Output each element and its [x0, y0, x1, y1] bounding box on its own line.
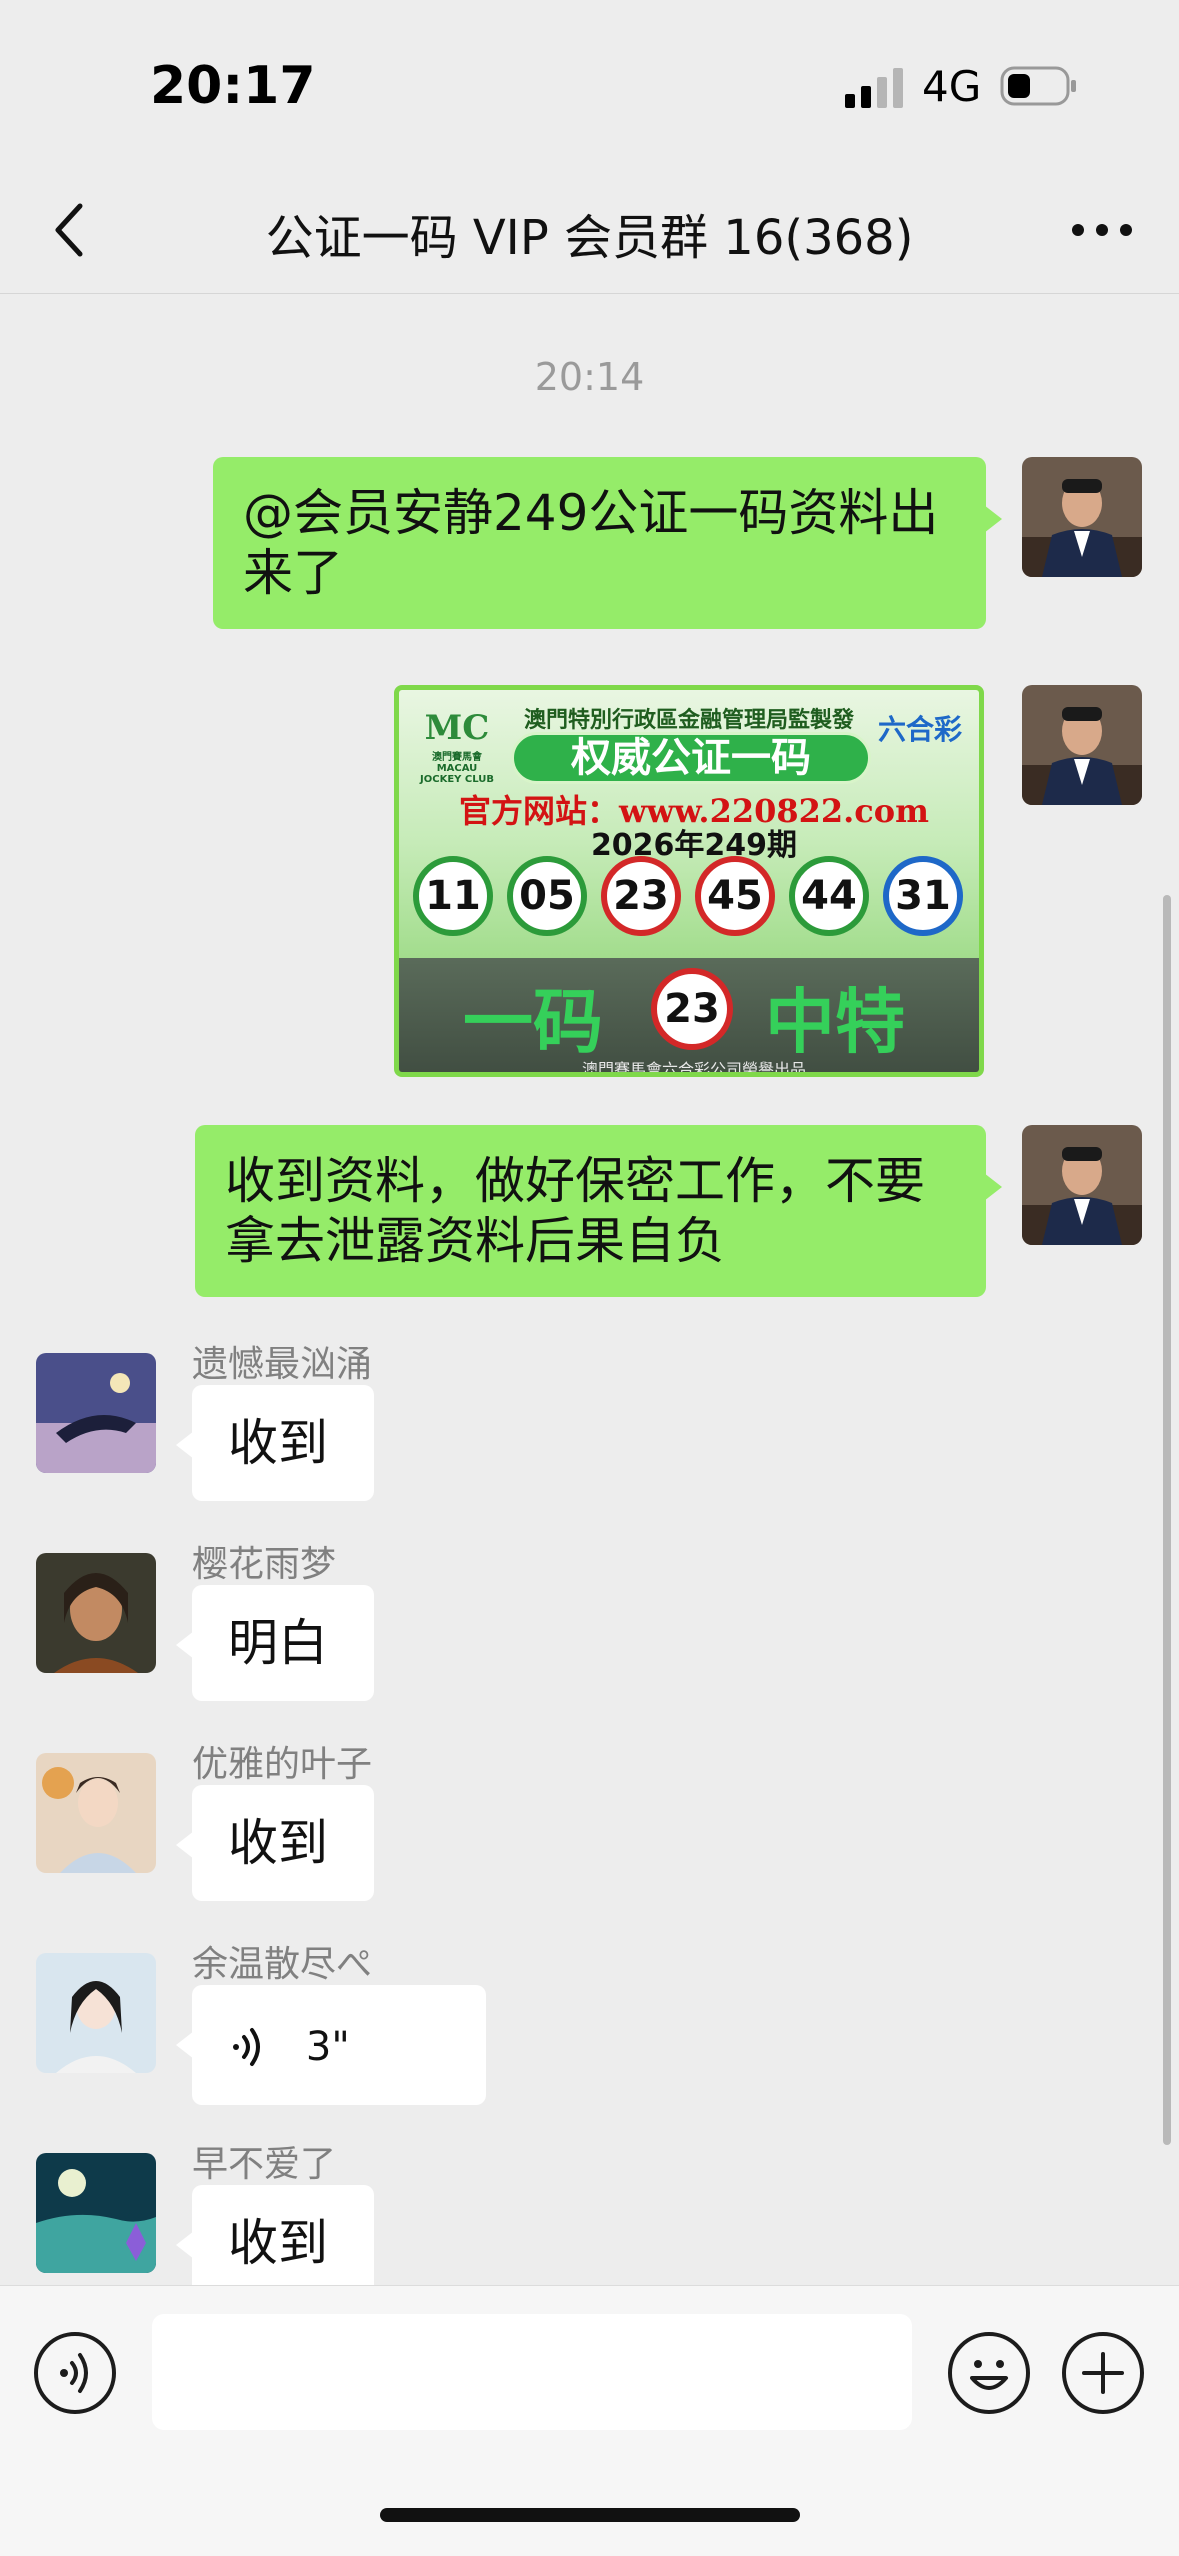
scrollbar[interactable]: [1163, 895, 1171, 2145]
voice-icon: [60, 2353, 88, 2393]
sender-name: 余温散尽ぺ: [192, 1944, 373, 1985]
member-avatar[interactable]: [36, 1753, 156, 1873]
message-text: 收到: [228, 1414, 328, 1472]
avatar-image: [36, 1753, 156, 1873]
poster-label-right: 中特: [765, 980, 905, 1063]
status-bar: 20:17 4G: [0, 0, 1179, 180]
message-bubble[interactable]: 明白: [176, 1585, 374, 1701]
avatar-image: [1022, 457, 1142, 577]
status-time: 20:17: [150, 56, 316, 116]
voice-message-bubble[interactable]: 3": [176, 1985, 486, 2105]
voice-duration: 3": [305, 2024, 350, 2070]
message-text: 收到资料，做好保密工作，不要拿去泄露资料后果自负: [225, 1152, 925, 1270]
message-bubble[interactable]: @会员安静249公证一码资料出来了: [213, 457, 1002, 629]
chat-area[interactable]: 20:14 @会员安静249公证一码资料出来了 MC 澳門賽馬會 MACAU J…: [0, 295, 1179, 2285]
avatar-image: [36, 2153, 156, 2273]
number-ball: 44: [789, 856, 869, 936]
sender-name: 遗憾最汹涌: [192, 1344, 373, 1385]
voice-wave-icon: [233, 2027, 260, 2066]
sender-name: 优雅的叶子: [192, 1744, 373, 1785]
number-ball: 45: [695, 856, 775, 936]
member-avatar[interactable]: [36, 1353, 156, 1473]
emoji-icon: [970, 2360, 1008, 2390]
poster-footer: 澳門賽馬會六合彩公司榮譽出品: [581, 1060, 806, 1077]
my-avatar[interactable]: [1022, 1125, 1142, 1245]
number-ball: 31: [883, 856, 963, 936]
message-bubble[interactable]: 收到: [176, 1385, 374, 1501]
message-timestamp: 20:14: [534, 355, 645, 399]
member-avatar[interactable]: [36, 2153, 156, 2273]
network-label: 4G: [922, 62, 982, 111]
avatar-image: [1022, 685, 1142, 805]
avatar-image: [36, 1953, 156, 2073]
message-bubble[interactable]: 收到资料，做好保密工作，不要拿去泄露资料后果自负: [195, 1125, 1002, 1297]
member-avatar[interactable]: [36, 1553, 156, 1673]
chat-title: 公证一码 VIP 会员群 16(368): [265, 210, 914, 266]
poster-title: 权威公证一码: [511, 732, 871, 784]
voice-input-button[interactable]: [34, 2332, 116, 2414]
message-bubble[interactable]: 收到: [176, 2185, 374, 2285]
number-balls: 11 05 23 45 44 31: [413, 856, 973, 940]
member-avatar[interactable]: [36, 1953, 156, 2073]
jockey-club-logo: MC 澳門賽馬會 MACAU JOCKEY CLUB: [420, 708, 494, 785]
my-avatar[interactable]: [1022, 457, 1142, 577]
poster-label-left: 一码: [463, 980, 603, 1063]
poster-bottom-banner: 一码 23 中特 澳門賽馬會六合彩公司榮譽出品: [399, 958, 979, 1077]
message-bubble[interactable]: 收到: [176, 1785, 374, 1901]
sender-name: 樱花雨梦: [192, 1544, 337, 1585]
message-text: @会员安静249公证一码资料出来了: [243, 484, 939, 602]
special-number-ball: 23: [651, 968, 733, 1050]
more-actions-button[interactable]: [1062, 2332, 1144, 2414]
number-ball: 05: [507, 856, 587, 936]
battery-icon: [1000, 66, 1076, 106]
avatar-image: [36, 1553, 156, 1673]
nav-bar: 公证一码 VIP 会员群 16(368): [0, 180, 1179, 294]
avatar-image: [36, 1353, 156, 1473]
message-text: 收到: [228, 2214, 328, 2272]
emoji-button[interactable]: [948, 2332, 1030, 2414]
message-text: 明白: [228, 1614, 328, 1672]
my-avatar[interactable]: [1022, 685, 1142, 805]
message-text: 收到: [228, 1814, 328, 1872]
message-input[interactable]: [152, 2314, 912, 2430]
avatar-image: [1022, 1125, 1142, 1245]
plus-icon: [1082, 2352, 1124, 2394]
lottery-poster-image[interactable]: MC 澳門賽馬會 MACAU JOCKEY CLUB 澳門特別行政區金融管理局監…: [394, 685, 984, 1077]
number-ball: 23: [601, 856, 681, 936]
number-ball: 11: [413, 856, 493, 936]
sender-name: 早不爱了: [192, 2144, 337, 2185]
mark-six-logo: 六合彩: [877, 713, 962, 746]
signal-icon: [845, 68, 903, 108]
more-icon[interactable]: [1070, 220, 1134, 240]
home-indicator[interactable]: [380, 2508, 800, 2522]
